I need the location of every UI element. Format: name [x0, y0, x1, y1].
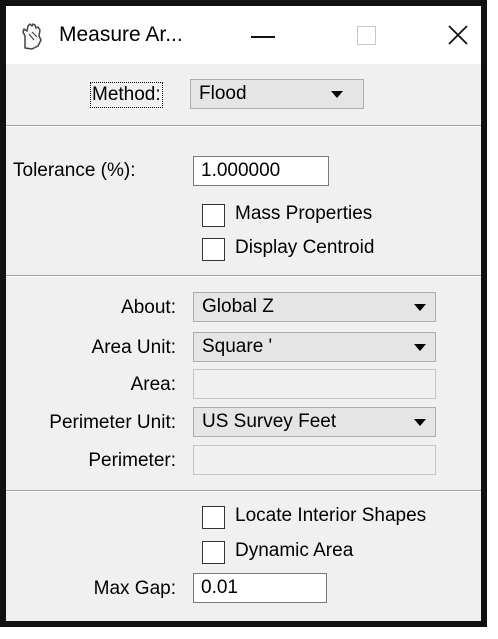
area-unit-dropdown[interactable]: Square ' [193, 332, 436, 362]
perimeter-unit-dropdown[interactable]: US Survey Feet [193, 407, 436, 437]
measure-area-window: Measure Ar... Method: Flood Tolerance (%… [0, 0, 487, 627]
maximize-icon [356, 25, 376, 45]
method-label-text: Method: [92, 84, 161, 105]
mass-properties-checkbox[interactable] [202, 204, 225, 227]
max-gap-input[interactable]: 0.01 [193, 573, 327, 603]
max-gap-value: 0.01 [201, 577, 238, 598]
close-icon [448, 25, 468, 45]
about-label: About: [121, 297, 176, 318]
divider [6, 275, 481, 277]
perimeter-field [193, 445, 436, 475]
title-bar[interactable]: Measure Ar... [6, 6, 481, 64]
hand-measure-icon [22, 23, 42, 50]
display-centroid-checkbox[interactable] [202, 238, 225, 261]
chevron-down-icon [414, 344, 426, 351]
divider [6, 125, 481, 127]
window-title: Measure Ar... [59, 23, 183, 46]
chevron-down-icon [331, 91, 343, 98]
about-value: Global Z [202, 296, 274, 317]
locate-interior-shapes-label[interactable]: Locate Interior Shapes [235, 505, 426, 527]
minimize-button[interactable] [235, 14, 291, 56]
chevron-down-icon [414, 304, 426, 311]
maximize-button[interactable] [338, 14, 394, 56]
divider [6, 490, 481, 492]
minimize-icon [251, 36, 275, 38]
area-unit-value: Square ' [202, 336, 273, 357]
about-dropdown[interactable]: Global Z [193, 292, 436, 322]
area-label: Area: [130, 374, 176, 395]
perimeter-unit-value: US Survey Feet [202, 411, 337, 432]
chevron-down-icon [414, 419, 426, 426]
perimeter-unit-label: Perimeter Unit: [49, 412, 176, 433]
perimeter-label: Perimeter: [88, 450, 176, 471]
area-unit-label: Area Unit: [91, 337, 176, 358]
close-button[interactable] [430, 14, 486, 56]
display-centroid-label[interactable]: Display Centroid [235, 237, 374, 259]
area-field [193, 369, 436, 399]
mass-properties-label[interactable]: Mass Properties [235, 203, 372, 225]
tolerance-value: 1.000000 [201, 160, 281, 181]
dynamic-area-checkbox[interactable] [202, 541, 225, 564]
tolerance-label: Tolerance (%): [13, 160, 136, 181]
dynamic-area-label[interactable]: Dynamic Area [235, 540, 353, 562]
method-value: Flood [199, 83, 247, 104]
method-dropdown[interactable]: Flood [190, 79, 364, 109]
tolerance-input[interactable]: 1.000000 [193, 156, 329, 186]
locate-interior-shapes-checkbox[interactable] [202, 506, 225, 529]
method-label: Method: [90, 82, 163, 108]
max-gap-label: Max Gap: [93, 578, 176, 599]
